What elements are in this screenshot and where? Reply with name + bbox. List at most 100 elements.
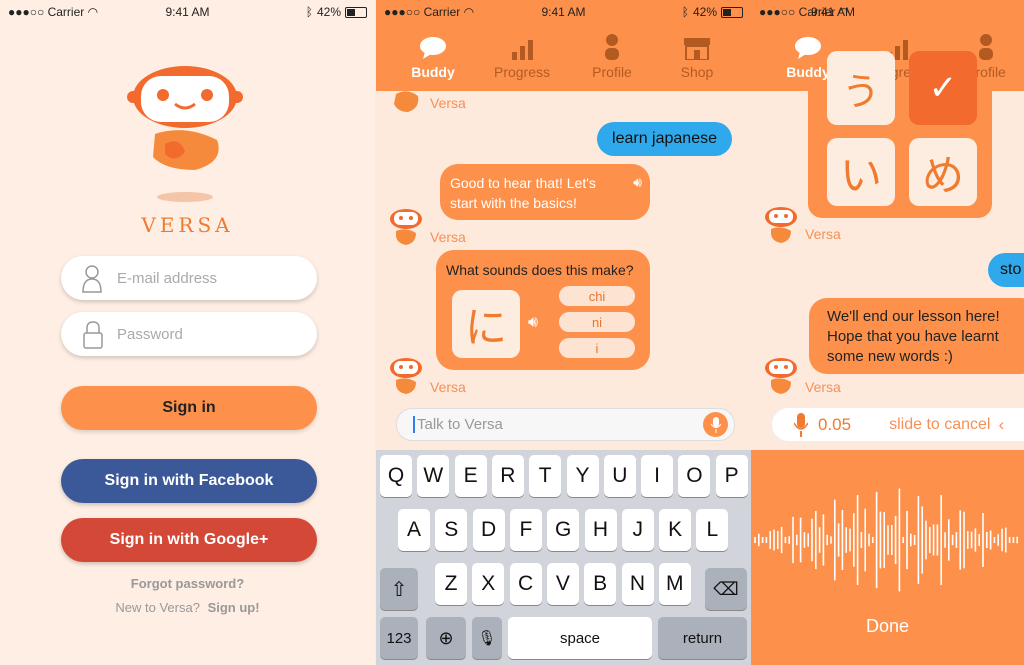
signin-button[interactable]: Sign in [61, 386, 317, 430]
key-x[interactable]: X [472, 563, 505, 605]
facebook-signin-button[interactable]: Sign in with Facebook [61, 459, 317, 503]
email-placeholder: E-mail address [117, 269, 218, 287]
status-bar: ●●●○○ Carrier ◠ 9:41 AM ᛒ 42% [376, 0, 751, 24]
key-t[interactable]: T [529, 455, 562, 497]
login-screen: ●●●○○ Carrier ◠ 9:41 AM ᛒ 42% VERSA E-mai… [0, 0, 375, 665]
bluetooth-icon: ᛒ [305, 5, 313, 19]
battery-status: ᛒ 42% [682, 5, 743, 19]
chat-bubble-icon [420, 37, 446, 59]
globe-icon: ⊕ [438, 627, 454, 648]
key-r[interactable]: R [491, 455, 524, 497]
speaker-icon[interactable]: 🔊︎ [528, 314, 538, 332]
option-chi[interactable]: chi [559, 286, 635, 306]
key-w[interactable]: W [417, 455, 450, 497]
kana-card: に [452, 290, 520, 358]
key-v[interactable]: V [546, 563, 579, 605]
key-q[interactable]: Q [380, 455, 412, 497]
user-message: learn japanese [597, 122, 732, 156]
lesson-end-screen: ●●●○○ Carrier ◠ 9:41 AM Buddy Progress P… [751, 0, 1024, 665]
space-key[interactable]: space [508, 617, 652, 659]
sender-label: Versa [430, 379, 466, 395]
key-g[interactable]: G [547, 509, 580, 551]
dictation-key[interactable]: 🎙︎ [472, 617, 502, 659]
chevron-left-icon: ‹ [998, 414, 1005, 434]
key-o[interactable]: O [678, 455, 711, 497]
key-k[interactable]: K [659, 509, 692, 551]
password-field[interactable]: Password [61, 312, 317, 356]
numbers-key[interactable]: 123 [380, 617, 418, 659]
quiz-question: What sounds does this make? [446, 262, 634, 278]
shift-key[interactable]: ⇧ [380, 568, 418, 610]
key-u[interactable]: U [603, 455, 636, 497]
tab-profile[interactable]: Profile [572, 34, 652, 80]
shift-icon: ⇧ [390, 578, 408, 601]
forgot-password-link[interactable]: Forgot password? [0, 576, 375, 591]
key-z[interactable]: Z [435, 563, 467, 605]
top-nav: ●●●○○ Carrier ◠ 9:41 AM ᛒ 42% Buddy Progr… [376, 0, 751, 91]
sender-label: Versa [430, 95, 466, 111]
key-s[interactable]: S [435, 509, 468, 551]
backspace-key[interactable]: ⌫ [705, 568, 747, 610]
bot-message: Good to hear that! Let's start with the … [440, 164, 650, 220]
signup-link[interactable]: Sign up! [208, 600, 260, 615]
key-b[interactable]: B [584, 563, 617, 605]
key-y[interactable]: Y [566, 455, 599, 497]
sender-label: Versa [805, 226, 841, 242]
user-message: sto [988, 253, 1024, 287]
key-m[interactable]: M [658, 563, 691, 605]
keyboard: QWERTYUIOPASDFGHJKLZXCVBNM ⇧ ⌫ 123 ⊕ 🎙︎ … [376, 450, 751, 665]
speaker-icon[interactable]: 🔊︎ [633, 172, 642, 192]
key-h[interactable]: H [584, 509, 617, 551]
battery-status: ᛒ 42% [306, 5, 367, 19]
tab-buddy[interactable]: Buddy [393, 34, 473, 80]
versa-avatar [390, 209, 422, 245]
option-ni[interactable]: ni [559, 312, 635, 332]
tab-progress[interactable]: Progress [482, 34, 562, 80]
return-key[interactable]: return [658, 617, 747, 659]
key-l[interactable]: L [696, 509, 729, 551]
password-placeholder: Password [117, 325, 183, 343]
voice-panel: Done [751, 450, 1024, 665]
microphone-icon: 🎙︎ [477, 630, 497, 647]
robot-logo [127, 66, 243, 202]
microphone-icon [710, 416, 721, 433]
key-d[interactable]: D [472, 509, 505, 551]
key-c[interactable]: C [509, 563, 542, 605]
chat-input[interactable]: Talk to Versa [396, 408, 735, 441]
key-j[interactable]: J [621, 509, 654, 551]
google-signin-button[interactable]: Sign in with Google+ [61, 518, 317, 562]
key-i[interactable]: I [641, 455, 674, 497]
versa-avatar [394, 91, 419, 112]
kana-tile[interactable]: い [827, 138, 895, 206]
microphone-icon [794, 412, 808, 437]
sender-label: Versa [430, 229, 466, 245]
kana-grid: う ✓ い め [808, 51, 992, 218]
kana-tile[interactable]: め [909, 138, 977, 206]
tab-shop[interactable]: Shop [657, 34, 737, 80]
slide-to-cancel[interactable]: slide to cancel [889, 416, 990, 434]
key-f[interactable]: F [509, 509, 542, 551]
versa-avatar [765, 207, 797, 243]
versa-avatar [390, 358, 422, 394]
microphone-button[interactable] [703, 412, 728, 437]
quiz-bubble: What sounds does this make? に 🔊︎ chi ni … [436, 250, 650, 370]
bluetooth-icon: ᛒ [681, 5, 689, 19]
bot-message: We'll end our lesson here! Hope that you… [809, 298, 1024, 374]
key-p[interactable]: P [715, 455, 748, 497]
new-to-versa-text: New to Versa? [115, 600, 200, 615]
signup-row: New to Versa? Sign up! [0, 600, 375, 615]
key-n[interactable]: N [621, 563, 654, 605]
shop-icon [684, 38, 710, 60]
key-a[interactable]: A [398, 509, 430, 551]
user-icon [82, 265, 102, 293]
status-bar: ●●●○○ Carrier ◠ 9:41 AM ᛒ 42% [0, 0, 375, 24]
lock-icon [83, 321, 103, 349]
globe-key[interactable]: ⊕ [426, 617, 466, 659]
email-field[interactable]: E-mail address [61, 256, 317, 300]
battery-icon [345, 6, 367, 18]
option-i[interactable]: i [559, 338, 635, 358]
key-e[interactable]: E [454, 455, 487, 497]
input-placeholder: Talk to Versa [413, 416, 503, 433]
waveform [754, 488, 1019, 592]
done-button[interactable]: Done [751, 616, 1024, 637]
